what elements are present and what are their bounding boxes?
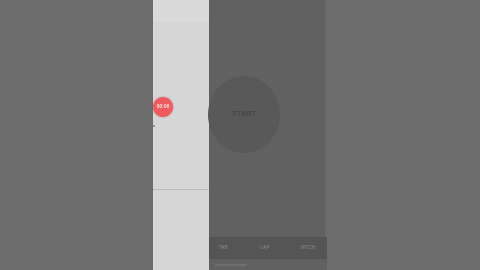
navigation-drawer [153, 0, 209, 270]
timer-badge[interactable]: 00:00 [153, 97, 173, 117]
drawer-marker [153, 125, 155, 127]
tab-1[interactable]: TAB [209, 237, 237, 259]
main-pane-edge [325, 0, 327, 270]
tab-3[interactable]: WTCH [293, 237, 323, 259]
left-letterbox [0, 0, 153, 270]
right-letterbox [327, 0, 480, 270]
start-button[interactable]: START [208, 76, 280, 153]
bottom-tab-bar: TAB LAP WTCH [209, 237, 327, 259]
strip-mark [215, 264, 247, 266]
drawer-header [153, 0, 209, 22]
system-strip [209, 259, 327, 270]
main-content-dimmed: START [208, 0, 327, 270]
tab-2[interactable]: LAP [251, 237, 279, 259]
drawer-divider [153, 189, 209, 190]
phone-screen: 00:00 START TAB LAP WTCH [153, 0, 327, 270]
